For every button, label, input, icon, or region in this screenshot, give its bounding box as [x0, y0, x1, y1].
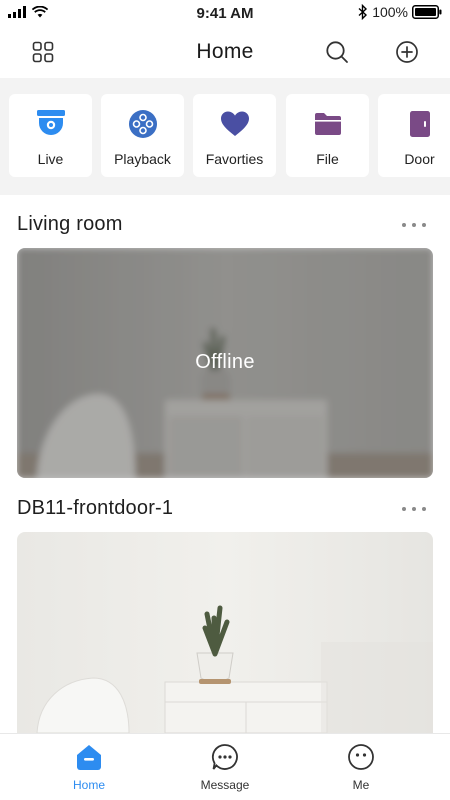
quick-item-label: Door — [404, 151, 435, 167]
tab-label: Me — [352, 778, 370, 792]
tab-message[interactable]: Message — [170, 734, 280, 800]
quick-access-bar[interactable]: Live Playback Favorties File Door — [0, 78, 450, 195]
device-more-button[interactable] — [402, 502, 426, 516]
tab-label: Message — [200, 778, 250, 792]
folder-icon — [314, 113, 341, 135]
status-bar: 9:41 AM 100% — [0, 0, 450, 26]
quick-item-door[interactable]: Door — [378, 94, 450, 177]
device-name: DB11-frontdoor-1 — [17, 497, 174, 519]
tab-home[interactable]: Home — [34, 734, 144, 800]
door-icon — [409, 111, 430, 137]
heart-icon — [220, 111, 249, 136]
camera-preview-card[interactable] — [17, 532, 433, 733]
app-header: Home — [0, 26, 450, 78]
message-icon — [211, 744, 238, 770]
quick-item-live[interactable]: Live — [9, 94, 92, 177]
search-button[interactable] — [323, 38, 351, 66]
device-name: Living room — [17, 213, 123, 235]
bluetooth-icon — [358, 4, 368, 20]
more-dots-icon — [402, 507, 406, 511]
quick-item-label: Playback — [114, 151, 171, 167]
more-dots-icon — [402, 223, 406, 227]
playback-reel-icon — [128, 110, 157, 138]
quick-item-favorites[interactable]: Favorties — [193, 94, 276, 177]
page-title: Home — [196, 40, 254, 63]
battery-icon — [412, 5, 442, 19]
quick-item-label: Favorties — [205, 151, 264, 167]
bottom-tab-bar: Home Message Me — [0, 733, 450, 800]
home-icon — [77, 745, 101, 770]
device-more-button[interactable] — [402, 218, 426, 232]
tab-label: Home — [72, 778, 105, 792]
quick-item-file[interactable]: File — [286, 94, 369, 177]
battery-percent: 100% — [372, 4, 408, 20]
add-device-button[interactable] — [393, 38, 421, 66]
offline-status-label: Offline — [195, 351, 255, 373]
profile-icon — [348, 744, 374, 770]
quick-item-playback[interactable]: Playback — [101, 94, 184, 177]
search-icon — [326, 41, 348, 63]
camera-preview-card[interactable]: Offline — [17, 248, 433, 478]
camera-icon — [36, 110, 65, 135]
tab-me[interactable]: Me — [306, 734, 416, 800]
quick-item-label: Live — [37, 151, 64, 167]
quick-item-label: File — [316, 151, 339, 167]
add-circle-icon — [396, 41, 418, 63]
room-snapshot-image — [17, 532, 433, 733]
status-right: 100% — [358, 4, 442, 20]
